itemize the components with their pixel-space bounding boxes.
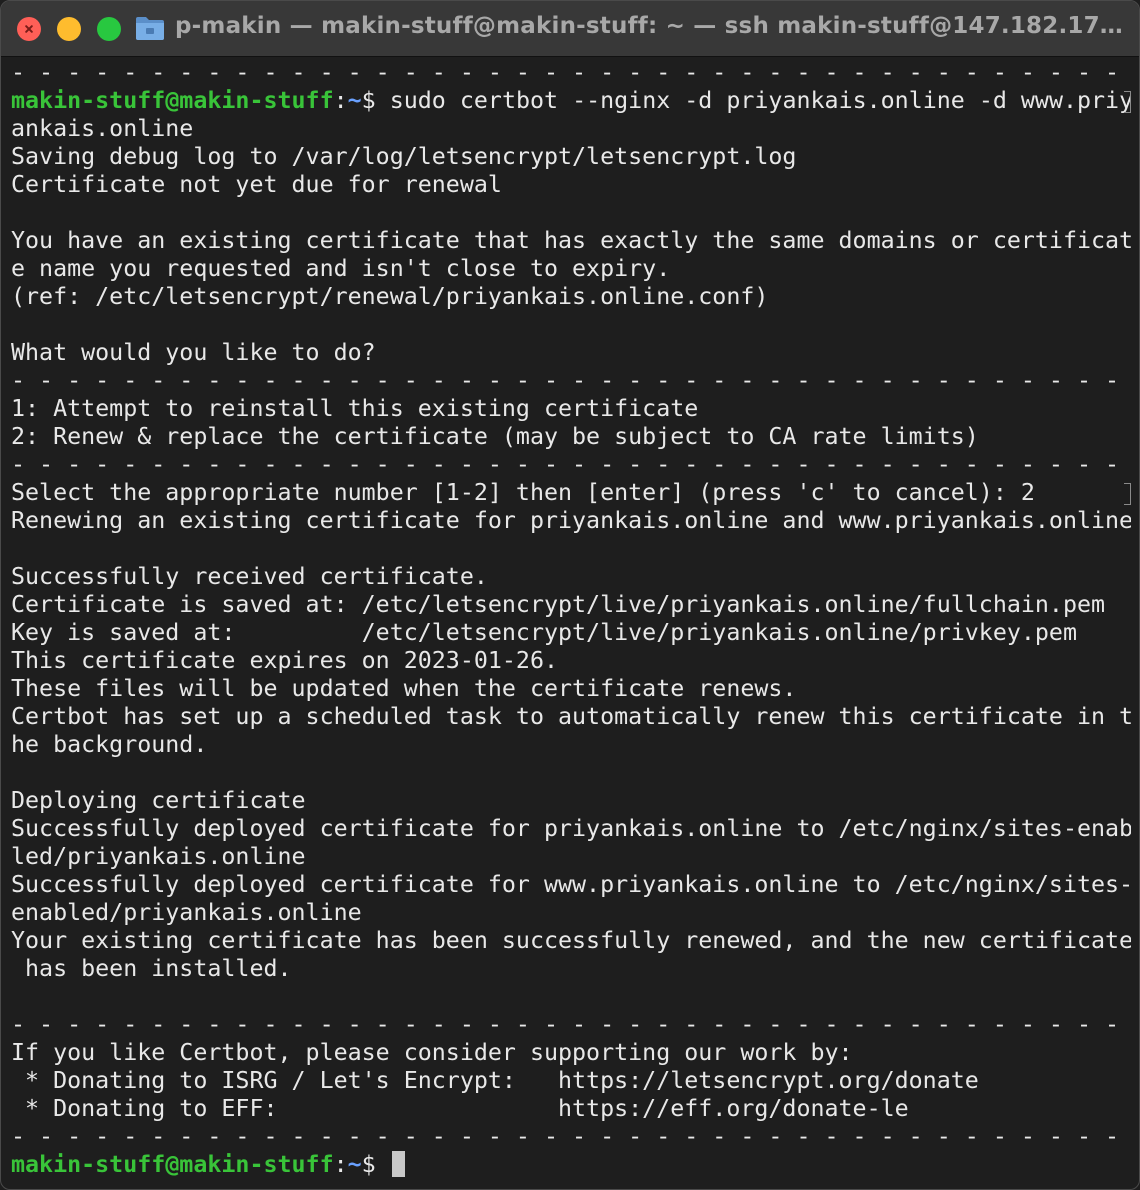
mark-bracket (1124, 91, 1131, 113)
terminal-line: Certbot has set up a scheduled task to a… (11, 703, 1131, 730)
prompt-colon: : (333, 87, 348, 114)
command-text: sudo certbot --nginx -d priyankais.onlin… (389, 87, 1131, 114)
folder-icon (136, 17, 164, 40)
zoom-window-button[interactable] (97, 17, 121, 41)
prompt-user-host: makin-stuff@makin-stuff (11, 1151, 334, 1178)
command-line: makin-stuff@makin-stuff:~$ sudo certbot … (11, 87, 1131, 115)
current-prompt-line[interactable]: makin-stuff@makin-stuff:~$ (11, 1151, 1131, 1179)
prompt-dollar: $ (361, 87, 390, 114)
terminal-line: Successfully deployed certificate for pr… (11, 815, 1131, 842)
terminal-line: You have an existing certificate that ha… (11, 227, 1131, 254)
terminal-window: p-makin — makin-stuff@makin-stuff: ~ — s… (0, 0, 1140, 1190)
terminal-line: 1: Attempt to reinstall this existing ce… (11, 395, 699, 422)
prompt-path: ~ (347, 87, 362, 114)
terminal-output[interactable]: - - - - - - - - - - - - - - - - - - - - … (1, 59, 1139, 1189)
terminal-line: (ref: /etc/letsencrypt/renewal/priyankai… (11, 283, 769, 310)
window-title: p-makin — makin-stuff@makin-stuff: ~ — s… (175, 13, 1125, 39)
close-window-button[interactable] (17, 17, 41, 41)
prompt-colon: : (333, 1151, 348, 1178)
terminal-line: 2: Renew & replace the certificate (may … (11, 423, 979, 450)
terminal-line: If you like Certbot, please consider sup… (11, 1039, 853, 1066)
title-bar[interactable]: p-makin — makin-stuff@makin-stuff: ~ — s… (1, 1, 1139, 57)
terminal-line: * Donating to ISRG / Let's Encrypt: http… (11, 1067, 979, 1094)
terminal-line: - - - - - - - - - - - - - - - - - - - - … (11, 451, 1120, 478)
terminal-line: Renewing an existing certificate for pri… (11, 507, 1131, 534)
terminal-line: * Donating to EFF: https://eff.org/donat… (11, 1095, 909, 1122)
terminal-line: - - - - - - - - - - - - - - - - - - - - … (11, 59, 1120, 86)
terminal-line: has been installed. (11, 955, 292, 982)
terminal-line: Key is saved at: /etc/letsencrypt/live/p… (11, 619, 1077, 646)
close-icon (25, 25, 33, 33)
terminal-line: Successfully deployed certificate for ww… (11, 871, 1131, 898)
terminal-line: Deploying certificate (11, 787, 306, 814)
prompt-dollar: $ (361, 1151, 390, 1178)
text-cursor[interactable] (391, 1151, 405, 1177)
terminal-line: What would you like to do? (11, 339, 376, 366)
terminal-line: Successfully received certificate. (11, 563, 488, 590)
terminal-line: - - - - - - - - - - - - - - - - - - - - … (11, 367, 1120, 394)
terminal-line: Certificate not yet due for renewal (11, 171, 502, 198)
terminal-line: Saving debug log to /var/log/letsencrypt… (11, 143, 797, 170)
terminal-line: ankais.online (11, 115, 194, 142)
terminal-line: e name you requested and isn't close to … (11, 255, 671, 282)
terminal-line: - - - - - - - - - - - - - - - - - - - - … (11, 1011, 1120, 1038)
selection-prompt-text: Select the appropriate number [1-2] then… (11, 479, 1035, 506)
terminal-line: - - - - - - - - - - - - - - - - - - - - … (11, 1123, 1120, 1150)
selection-input-line: Select the appropriate number [1-2] then… (11, 479, 1131, 507)
terminal-line: This certificate expires on 2023-01-26. (11, 647, 559, 674)
terminal-line: Certificate is saved at: /etc/letsencryp… (11, 591, 1106, 618)
mark-bracket (1124, 483, 1131, 505)
terminal-line: led/priyankais.online (11, 843, 306, 870)
terminal-line: These files will be updated when the cer… (11, 675, 797, 702)
terminal-line: Your existing certificate has been succe… (11, 927, 1131, 954)
prompt-user-host: makin-stuff@makin-stuff (11, 87, 334, 114)
prompt-path: ~ (347, 1151, 362, 1178)
terminal-line: he background. (11, 731, 208, 758)
terminal-line: enabled/priyankais.online (11, 899, 362, 926)
minimize-window-button[interactable] (57, 17, 81, 41)
